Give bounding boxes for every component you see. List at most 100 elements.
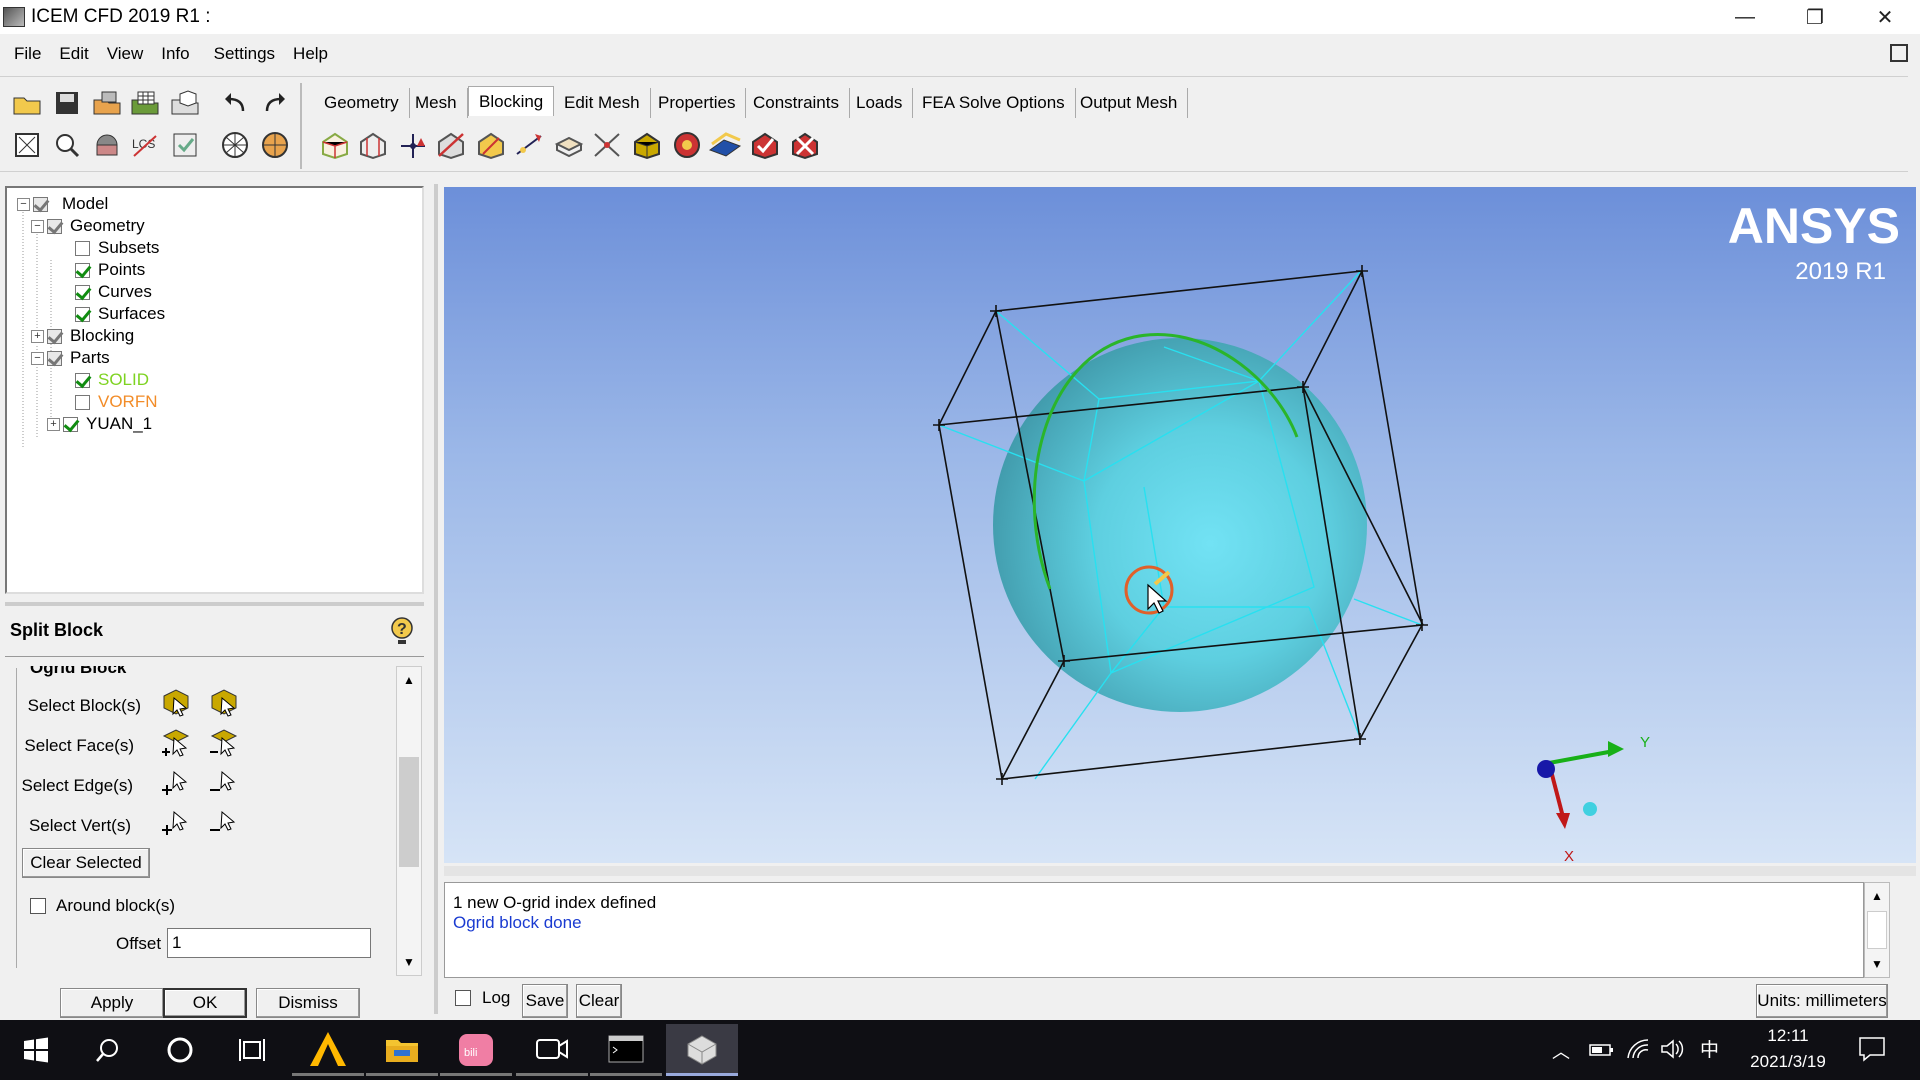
camera-app-icon[interactable] [516, 1024, 588, 1076]
tree-item-surfaces[interactable]: Surfaces [75, 303, 165, 325]
tree-item-blocking[interactable]: + Blocking [31, 325, 134, 347]
tree-item-model[interactable]: − Model [17, 193, 108, 215]
collapse-icon[interactable]: − [17, 197, 30, 211]
associate-icon[interactable] [474, 129, 508, 161]
redo-icon[interactable] [258, 87, 292, 119]
pre-mesh-quality-icon[interactable] [670, 129, 704, 161]
measure-icon[interactable]: LCS [128, 129, 162, 161]
checkbox[interactable] [63, 416, 78, 432]
tree-item-parts[interactable]: − Parts [31, 347, 110, 369]
select-block-remove-icon[interactable] [208, 686, 242, 718]
close-button[interactable]: ✕ [1850, 0, 1920, 34]
viewport-splitter[interactable] [444, 866, 1916, 876]
clear-selected-button[interactable]: Clear Selected [22, 848, 150, 878]
ime-indicator[interactable]: 中 [1700, 1035, 1719, 1062]
tree-item-subsets[interactable]: Subsets [75, 237, 159, 259]
show-hidden-icons[interactable]: ︿ [1552, 1038, 1570, 1064]
apply-button[interactable]: Apply [60, 988, 164, 1018]
open-mesh-icon[interactable] [128, 87, 162, 119]
select-edge-remove-icon[interactable] [208, 766, 242, 798]
menu-edit[interactable]: Edit [50, 44, 97, 64]
expand-icon[interactable]: + [31, 329, 44, 343]
help-icon[interactable]: ? [388, 616, 416, 646]
graphics-viewport[interactable]: ANSYS 2019 R1 Y X [444, 187, 1916, 863]
file-explorer-icon[interactable] [366, 1024, 438, 1076]
scroll-up-icon[interactable]: ▲ [397, 667, 421, 693]
checkbox[interactable] [75, 372, 90, 388]
log-checkbox[interactable] [455, 990, 471, 1006]
search-icon[interactable] [72, 1024, 144, 1076]
vertical-splitter[interactable] [434, 184, 438, 1014]
ok-button[interactable]: OK [163, 988, 247, 1018]
scroll-down-icon[interactable]: ▼ [1865, 951, 1889, 977]
select-vert-add-icon[interactable] [160, 806, 194, 838]
task-view-icon[interactable] [216, 1024, 288, 1076]
tree-item-curves[interactable]: Curves [75, 281, 152, 303]
fit-window-icon[interactable] [10, 129, 44, 161]
edit-block-icon[interactable] [434, 129, 468, 161]
menu-help[interactable]: Help [284, 44, 337, 64]
scroll-thumb[interactable] [399, 757, 419, 867]
view-options-icon[interactable] [90, 129, 124, 161]
tab-properties[interactable]: Properties [648, 88, 747, 118]
tree-item-geometry[interactable]: − Geometry [31, 215, 145, 237]
menu-info[interactable]: Info [152, 44, 198, 64]
tree-item-solid[interactable]: SOLID [75, 369, 149, 391]
terminal-app-icon[interactable] [590, 1024, 662, 1076]
clear-log-button[interactable]: Clear [576, 984, 622, 1018]
collapse-icon[interactable]: − [31, 351, 44, 365]
select-face-add-icon[interactable] [160, 726, 194, 758]
minimize-button[interactable]: — [1710, 0, 1780, 34]
panel-splitter[interactable] [5, 602, 424, 606]
menu-settings[interactable]: Settings [205, 44, 284, 64]
tab-geometry[interactable]: Geometry [314, 88, 410, 118]
tab-edit-mesh[interactable]: Edit Mesh [554, 88, 651, 118]
offset-input[interactable]: 1 [167, 928, 371, 958]
expand-icon[interactable]: + [47, 417, 60, 431]
open-folder-icon[interactable] [10, 87, 44, 119]
tab-output-mesh[interactable]: Output Mesh [1070, 88, 1189, 118]
checkbox[interactable] [75, 394, 90, 410]
scroll-up-icon[interactable]: ▲ [1865, 883, 1889, 909]
select-face-remove-icon[interactable] [208, 726, 242, 758]
cortana-icon[interactable] [144, 1024, 216, 1076]
open-blocking-icon[interactable] [168, 87, 202, 119]
bilibili-app-icon[interactable]: bili [440, 1024, 512, 1076]
pre-mesh-smooth-icon[interactable] [708, 129, 742, 161]
tab-mesh[interactable]: Mesh [405, 88, 468, 118]
clock-time[interactable]: 12:11 [1738, 1026, 1838, 1046]
checkbox[interactable] [75, 306, 90, 322]
menu-view[interactable]: View [98, 44, 153, 64]
select-vert-remove-icon[interactable] [208, 806, 242, 838]
scroll-thumb[interactable] [1867, 911, 1887, 949]
split-block-icon[interactable] [356, 129, 390, 161]
checkbox[interactable] [75, 262, 90, 278]
icem-cfd-app-icon[interactable] [666, 1024, 738, 1076]
checkbox[interactable] [75, 284, 90, 300]
save-log-button[interactable]: Save [522, 984, 568, 1018]
tab-constraints[interactable]: Constraints [743, 88, 850, 118]
save-icon[interactable] [50, 87, 84, 119]
check-blocks-icon[interactable] [748, 129, 782, 161]
tree-item-yuan-1[interactable]: + YUAN_1 [47, 413, 152, 435]
checkbox[interactable] [47, 218, 62, 234]
check-icon[interactable] [168, 129, 202, 161]
open-geometry-icon[interactable] [90, 87, 124, 119]
battery-icon[interactable] [1588, 1038, 1614, 1065]
select-edge-add-icon[interactable] [160, 766, 194, 798]
tab-loads[interactable]: Loads [846, 88, 914, 118]
zoom-box-icon[interactable] [50, 129, 84, 161]
checkbox[interactable] [47, 350, 62, 366]
message-window[interactable]: 1 new O-grid index defined Ogrid block d… [444, 882, 1864, 978]
scroll-down-icon[interactable]: ▼ [397, 949, 421, 975]
tab-fea-solve-options[interactable]: FEA Solve Options [912, 88, 1076, 118]
wifi-icon[interactable] [1626, 1038, 1650, 1065]
transform-blocks-icon[interactable] [552, 129, 586, 161]
notification-icon[interactable] [1858, 1036, 1886, 1067]
merge-vertices-icon[interactable] [396, 129, 430, 161]
tree-item-vorfn[interactable]: VORFN [75, 391, 158, 413]
wireframe-sphere-icon[interactable] [218, 129, 252, 161]
move-vertex-icon[interactable] [512, 129, 546, 161]
tab-blocking[interactable]: Blocking [468, 86, 555, 116]
edit-edge-icon[interactable] [590, 129, 624, 161]
